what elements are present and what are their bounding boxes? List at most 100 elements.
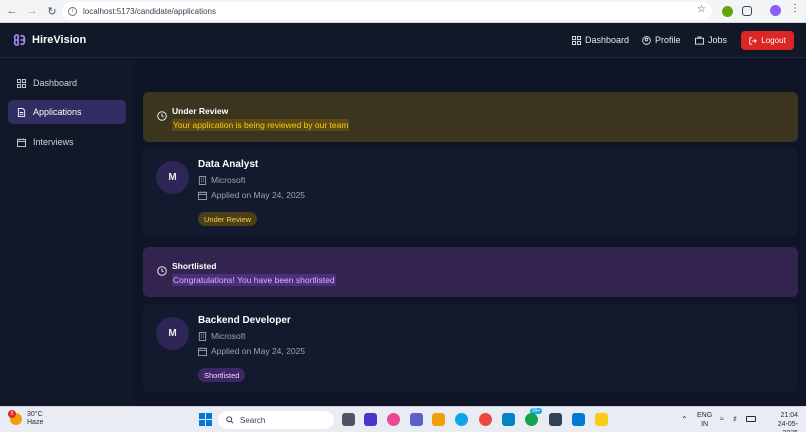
puzzle-icon[interactable] [742, 6, 752, 16]
brand-logo[interactable]: HireVision [12, 32, 86, 48]
applied-line: Applied on May 24, 2025 [198, 346, 305, 356]
application-card[interactable]: M Backend Developer Microsoft Applied on… [143, 304, 798, 392]
reload-icon[interactable]: ↻ [44, 3, 60, 19]
os-taskbar: 5 30°C Haze Search 99+ ⌃ ENG IN ≈ ♯ 21:0… [0, 406, 806, 432]
tray-chevron-icon[interactable]: ⌃ [681, 415, 688, 424]
applied-date: Applied on May 24, 2025 [211, 346, 306, 356]
document-icon [17, 107, 26, 117]
brain-logo-icon [13, 34, 26, 46]
applications-list: Under Review Your application is being r… [134, 58, 806, 406]
search-icon [226, 416, 234, 424]
teams-icon[interactable] [410, 413, 423, 426]
url-text: localhost:5173/candidate/applications [83, 6, 216, 16]
chrome-icon[interactable] [479, 413, 492, 426]
status-banner: Under Review Your application is being r… [143, 92, 798, 142]
sidebar-item-label: Dashboard [33, 78, 78, 88]
logout-icon [749, 36, 758, 45]
briefcase-icon [695, 35, 704, 45]
app-header: HireVision Dashboard Profile Jobs Logout [0, 23, 806, 58]
date: 24-05-2025 [777, 421, 798, 432]
status-badge: Under Review [198, 212, 258, 226]
nav-dashboard-label: Dashboard [585, 35, 630, 45]
vscode-icon[interactable] [572, 413, 585, 426]
taskbar-search[interactable]: Search [218, 411, 334, 429]
extension-icon[interactable] [722, 6, 733, 17]
search-placeholder: Search [240, 415, 266, 425]
building-icon [198, 331, 207, 341]
whatsapp-icon[interactable] [525, 413, 538, 426]
status-badge: Shortlisted [198, 368, 246, 382]
company-avatar: M [156, 317, 189, 350]
clock-icon [157, 111, 167, 121]
calendar-icon [198, 346, 207, 356]
company-name: Microsoft [211, 175, 246, 185]
calendar-icon [17, 137, 26, 147]
grid-icon [572, 35, 581, 45]
browser-toolbar: ← → ↻ i localhost:5173/candidate/applica… [0, 0, 806, 23]
pycharm-icon[interactable] [595, 413, 608, 426]
ai-app-icon[interactable] [364, 413, 377, 426]
region-code: IN [701, 421, 709, 428]
sidebar-item-label: Applications [33, 107, 82, 117]
grid-icon [17, 78, 26, 88]
nav-jobs-label: Jobs [708, 35, 728, 45]
kebab-menu-icon[interactable]: ⋮ [790, 3, 800, 14]
file-explorer-icon[interactable] [342, 413, 355, 426]
nav-profile-label: Profile [655, 35, 681, 45]
site-info-icon[interactable]: i [68, 6, 77, 16]
logout-label: Logout [761, 36, 786, 45]
temperature: 30°C [27, 411, 43, 418]
company-avatar: M [156, 161, 189, 194]
status-title: Under Review [172, 106, 229, 116]
building-icon [198, 175, 207, 185]
user-circle-icon [642, 35, 651, 45]
edge-icon[interactable] [455, 413, 468, 426]
status-message: Your application is being reviewed by ou… [172, 119, 350, 131]
sidebar-item-label: Interviews [33, 137, 74, 147]
sidebar-item-dashboard[interactable]: Dashboard [8, 71, 126, 95]
sidebar: Dashboard Applications Interviews [0, 58, 134, 406]
weather-condition: Haze [27, 419, 44, 426]
job-title: Data Analyst [198, 159, 259, 170]
back-icon[interactable]: ← [4, 3, 20, 19]
outlook-icon[interactable] [502, 413, 515, 426]
weather-widget[interactable]: 5 30°C Haze [8, 410, 44, 427]
battery-icon[interactable] [746, 416, 756, 422]
brand-name: HireVision [32, 34, 87, 46]
nav-jobs[interactable]: Jobs [695, 35, 727, 45]
company-line: Microsoft [198, 175, 245, 185]
clock[interactable]: 21:04 24-05-2025 [764, 411, 798, 432]
job-title: Backend Developer [198, 315, 291, 326]
applied-line: Applied on May 24, 2025 [198, 190, 305, 200]
windows-start-icon[interactable] [199, 413, 212, 426]
nav-dashboard[interactable]: Dashboard [572, 35, 629, 45]
company-name: Microsoft [211, 331, 246, 341]
status-title: Shortlisted [172, 261, 217, 271]
time: 21:04 [780, 412, 798, 419]
sidebar-item-interviews[interactable]: Interviews [8, 130, 126, 154]
calculator-icon[interactable] [549, 413, 562, 426]
bookmark-star-icon[interactable]: ☆ [697, 4, 706, 15]
wifi-icon[interactable]: ≈ [720, 415, 724, 424]
forward-icon[interactable]: → [24, 3, 40, 19]
weather-sun-icon: 5 [8, 410, 22, 425]
folder-icon[interactable] [432, 413, 445, 426]
clock-icon [157, 266, 167, 276]
logout-button[interactable]: Logout [741, 31, 794, 50]
status-message: Congratulations! You have been shortlist… [172, 274, 336, 286]
applied-date: Applied on May 24, 2025 [211, 190, 306, 200]
application-card[interactable]: M Data Analyst Microsoft Applied on May … [143, 148, 798, 236]
weather-badge: 5 [8, 410, 16, 418]
volume-icon[interactable]: ♯ [733, 415, 737, 424]
address-bar[interactable]: i localhost:5173/candidate/applications … [62, 2, 712, 20]
status-banner: Shortlisted Congratulations! You have be… [143, 247, 798, 297]
company-line: Microsoft [198, 331, 245, 341]
nav-profile[interactable]: Profile [642, 35, 681, 45]
sidebar-item-applications[interactable]: Applications [8, 100, 126, 124]
profile-avatar-icon[interactable] [770, 5, 781, 16]
copilot-icon[interactable] [387, 413, 400, 426]
language-indicator[interactable]: ENG IN [697, 411, 712, 429]
notification-count-badge: 99+ [530, 408, 543, 414]
language-code: ENG [697, 412, 713, 419]
calendar-icon [198, 190, 207, 200]
